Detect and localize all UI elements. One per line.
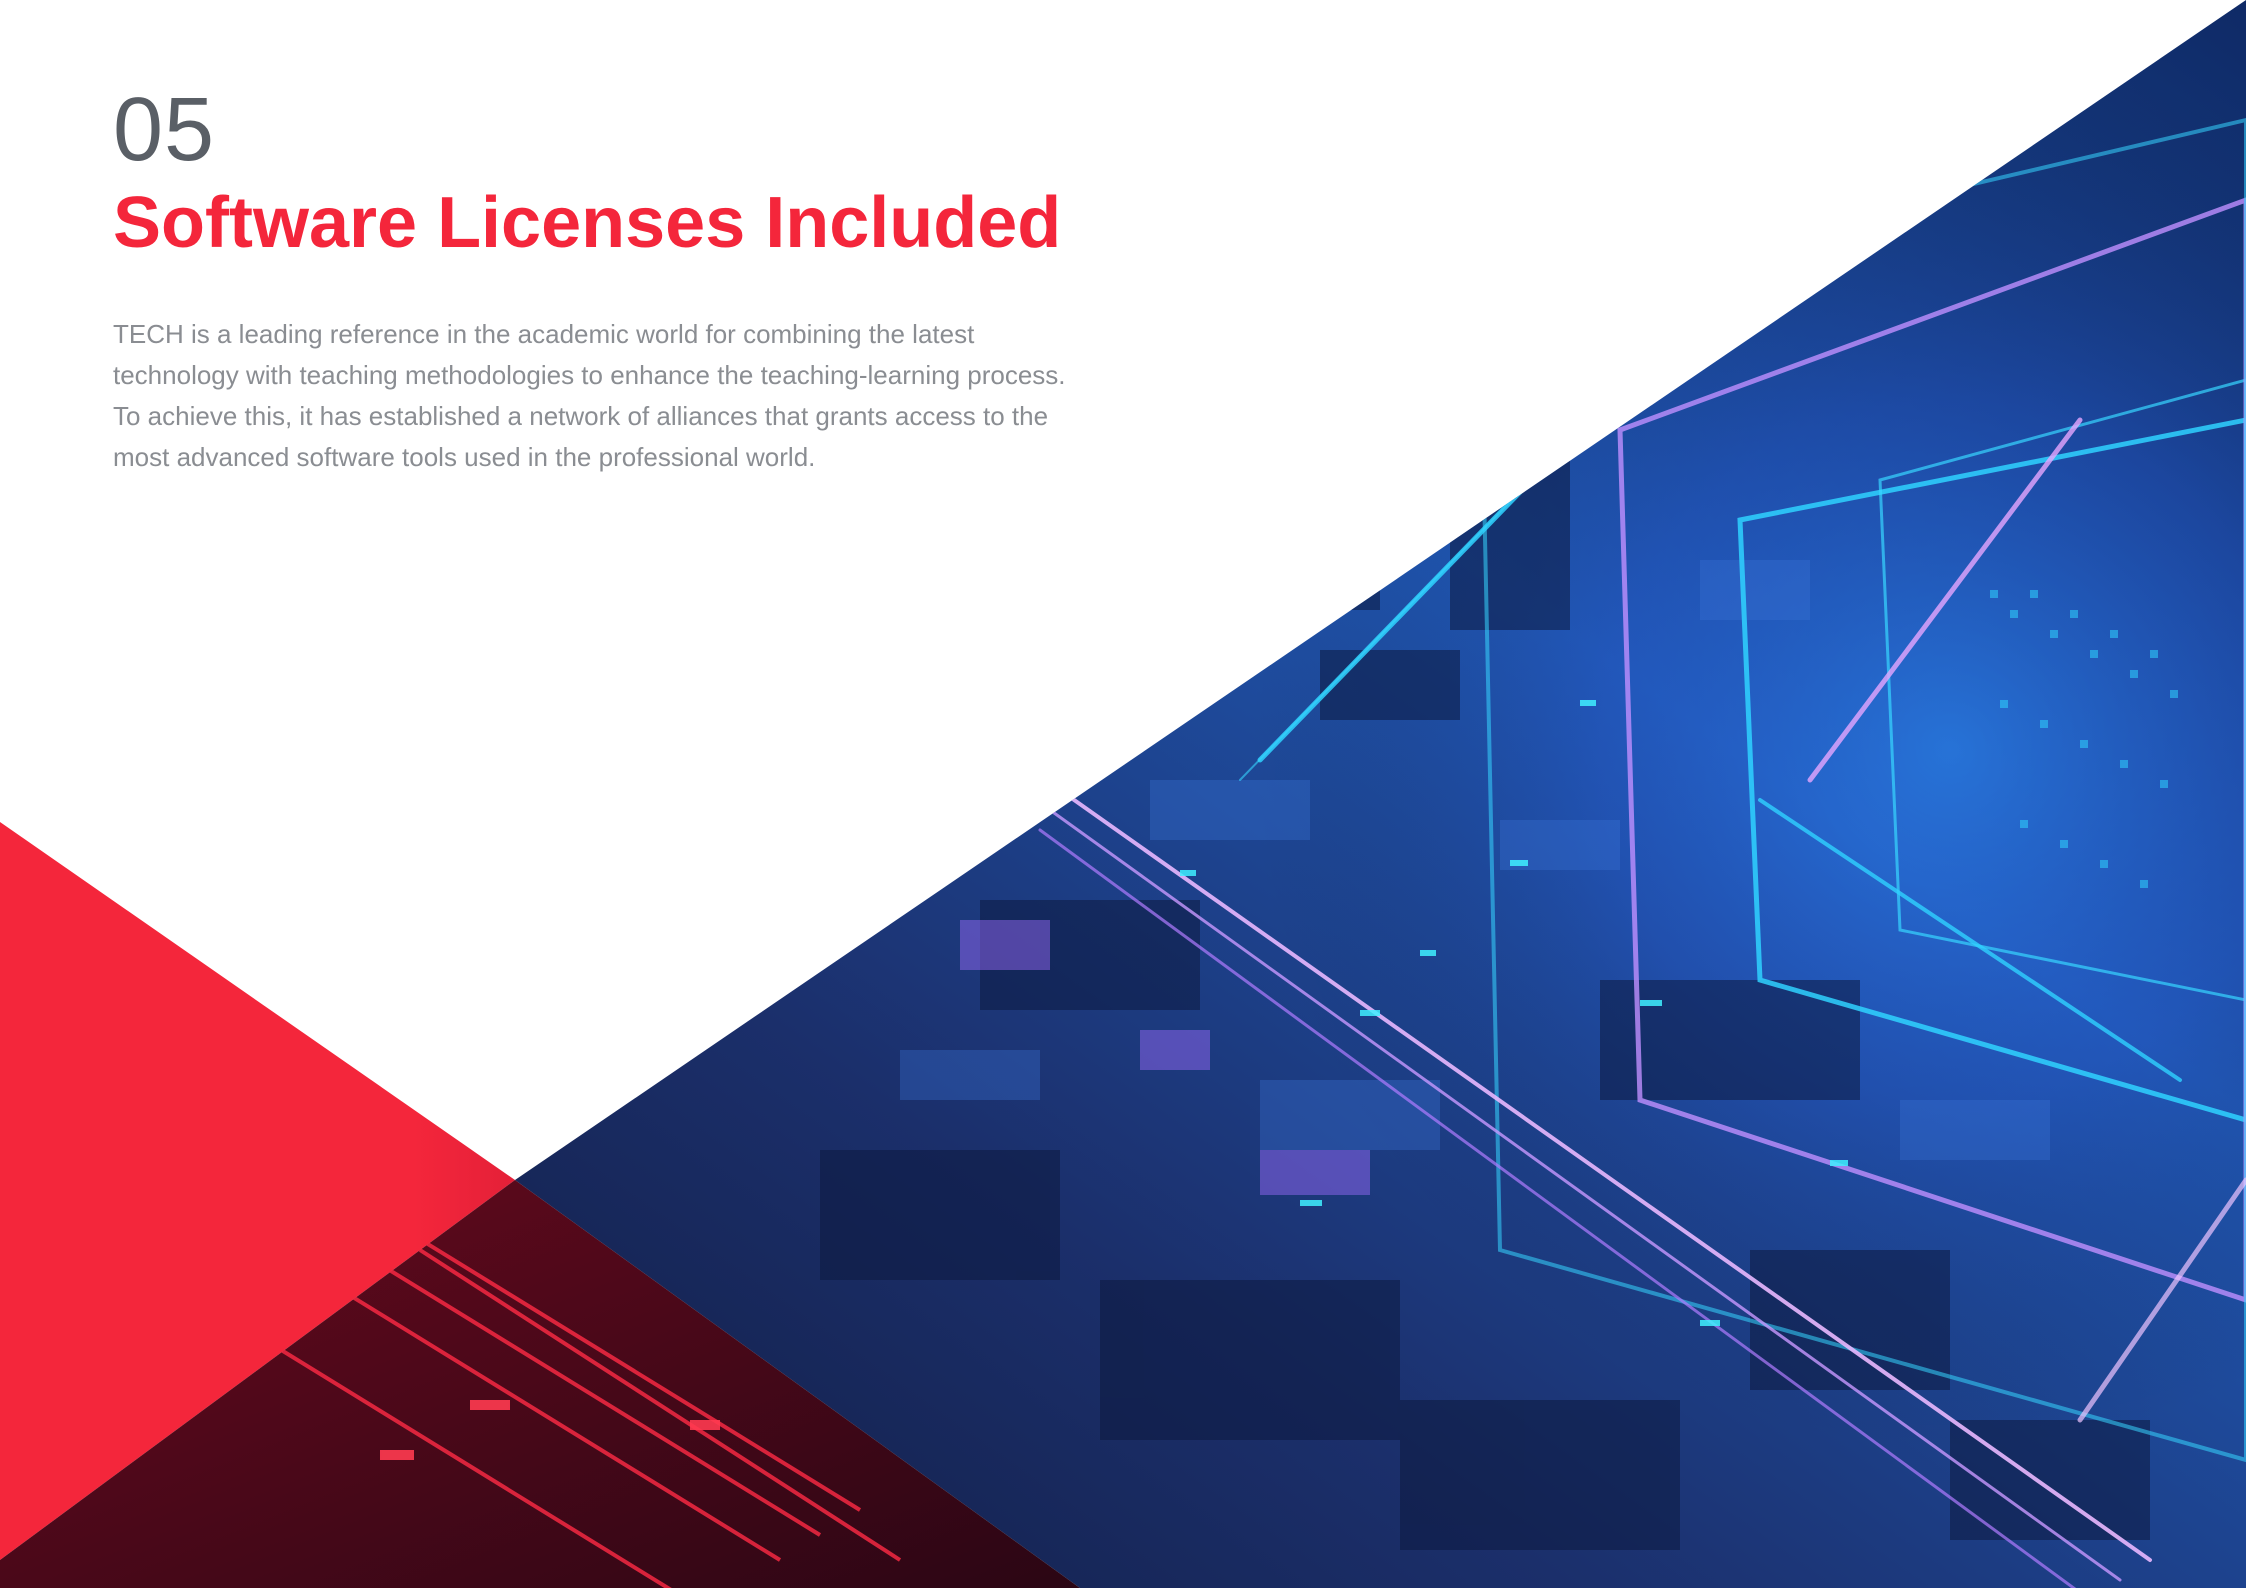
section-title: Software Licenses Included [113, 183, 1062, 263]
brochure-page: 05 Software Licenses Included TECH is a … [0, 0, 2246, 1588]
section-header: 05 Software Licenses Included TECH is a … [113, 80, 1113, 504]
section-number: 05 [113, 80, 216, 180]
intro-paragraph: TECH is a leading reference in the acade… [113, 319, 1066, 472]
